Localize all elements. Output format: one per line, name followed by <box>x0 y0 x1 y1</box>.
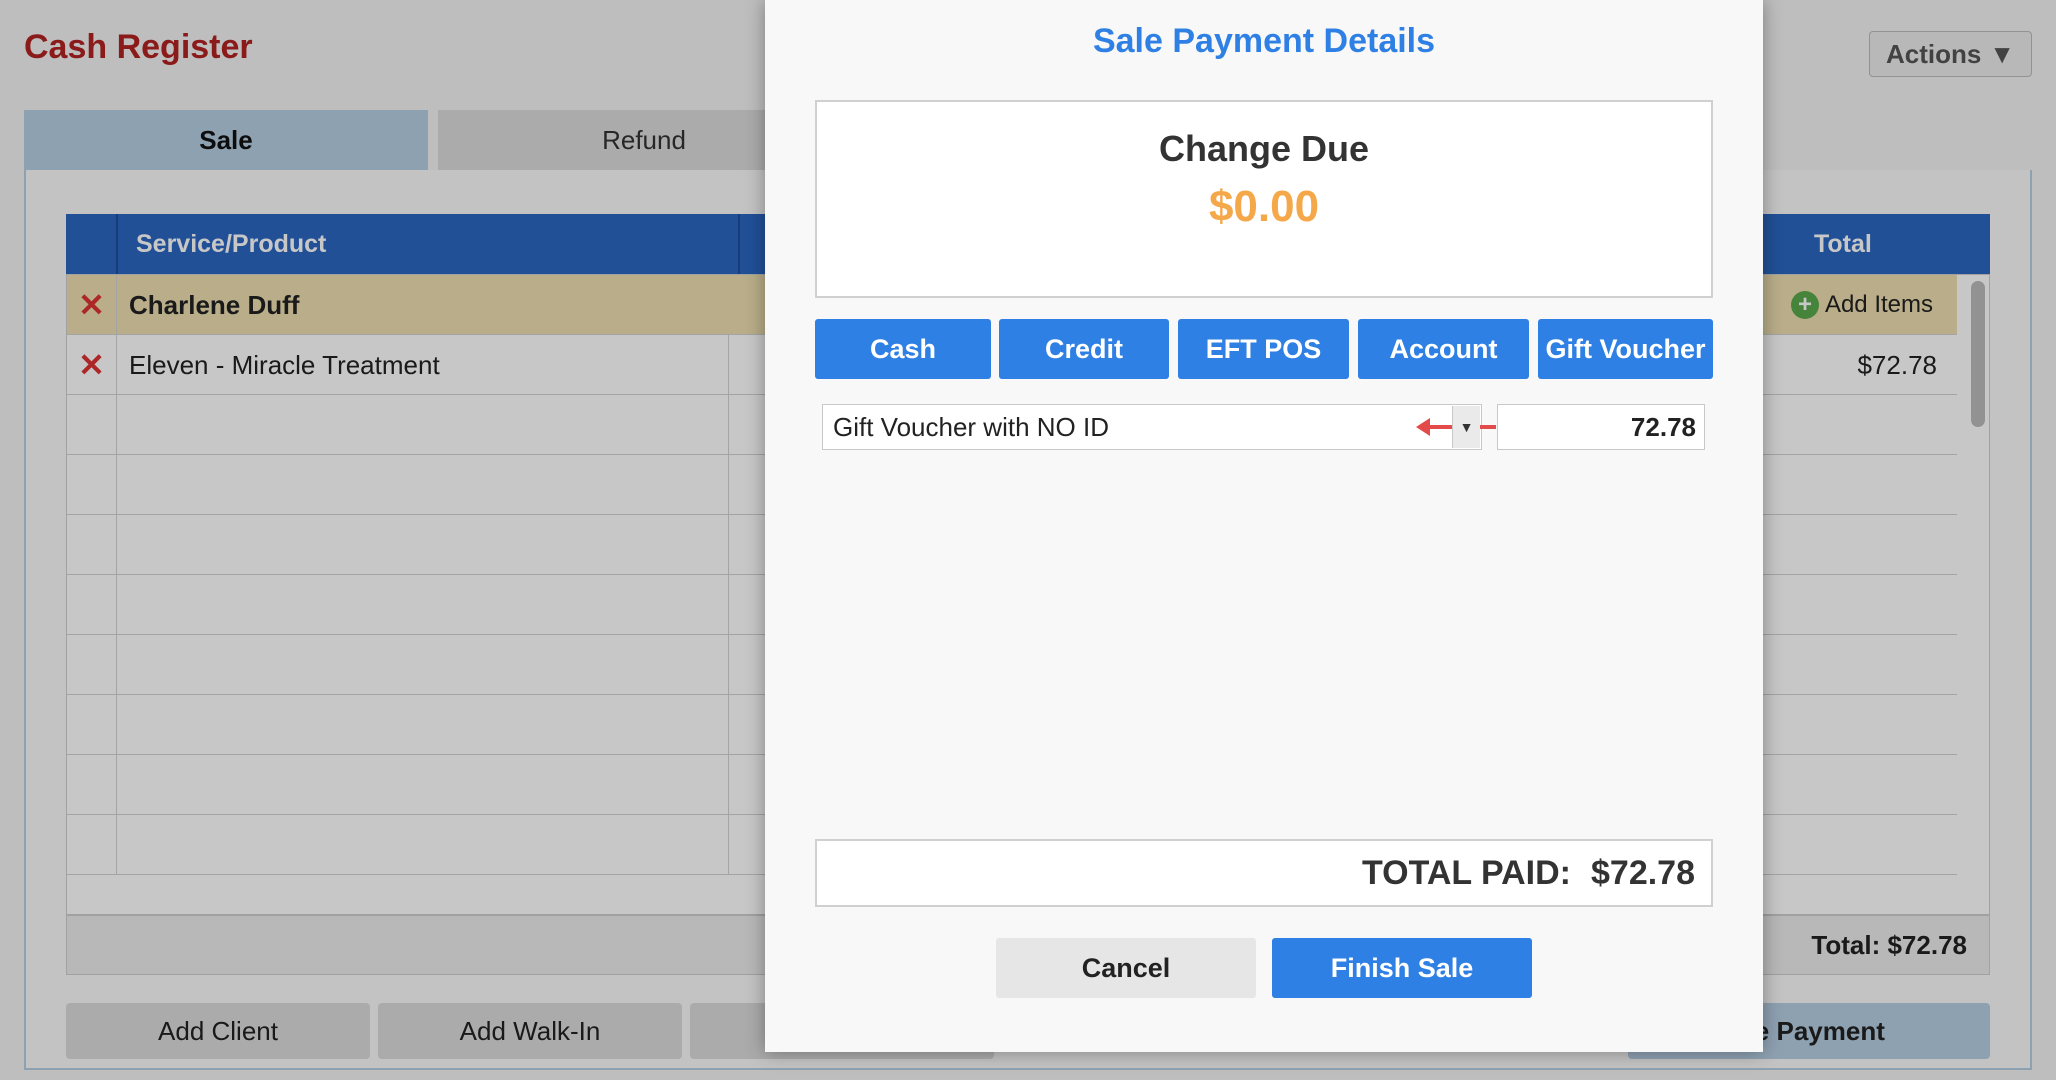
change-due-label: Change Due <box>1158 128 1370 169</box>
chevron-down-icon[interactable]: ▼ <box>1452 406 1480 448</box>
gift-voucher-button[interactable]: Gift Voucher <box>1538 319 1713 379</box>
gift-voucher-select[interactable]: Gift Voucher with NO ID ▼ <box>822 404 1496 450</box>
total-paid-box: TOTAL PAID: $72.78 <box>815 839 1713 907</box>
eft-pos-button[interactable]: EFT POS <box>1178 319 1349 379</box>
change-due-value: $0.00 <box>1208 182 1320 231</box>
cancel-button[interactable]: Cancel <box>996 938 1256 998</box>
payment-amount-input[interactable] <box>1497 404 1705 450</box>
change-due-box: Change Due $0.00 <box>815 100 1713 298</box>
finish-sale-button[interactable]: Finish Sale <box>1272 938 1532 998</box>
total-paid-label: TOTAL PAID: <box>1361 853 1571 892</box>
credit-button[interactable]: Credit <box>999 319 1169 379</box>
account-button[interactable]: Account <box>1358 319 1529 379</box>
gift-voucher-select-value: Gift Voucher with NO ID <box>833 411 1109 442</box>
sale-payment-modal: Sale Payment Details Change Due $0.00 Ca… <box>765 0 1763 1052</box>
total-paid-value: $72.78 <box>1591 853 1695 892</box>
modal-title: Sale Payment Details <box>1092 22 1436 60</box>
cash-button[interactable]: Cash <box>815 319 991 379</box>
